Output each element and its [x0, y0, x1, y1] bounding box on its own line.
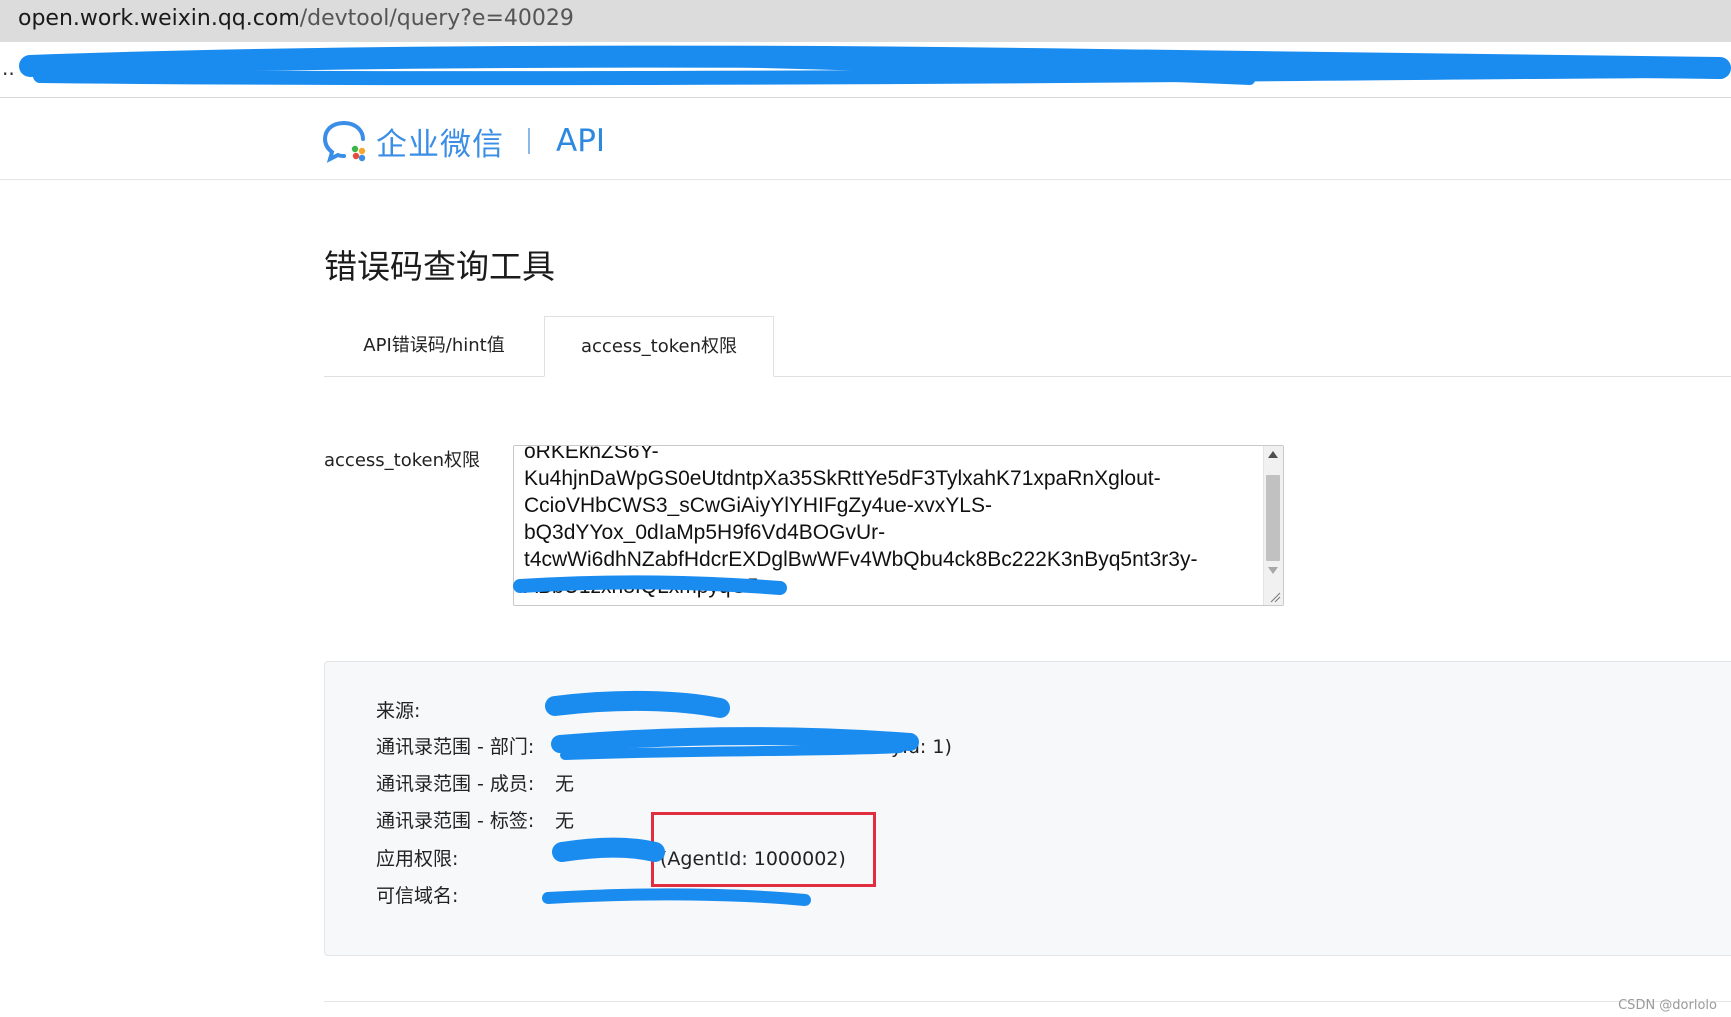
url-path: /devtool/query?e=40029 — [299, 6, 574, 31]
wecom-logo-icon — [322, 121, 366, 163]
token-line: Ku4hjnDaWpGS0eUtdntpXa35SkRttYe5dF3Tylxa… — [524, 467, 1161, 490]
result-row-tags: 通讯录范围 - 标签: 无 — [376, 808, 574, 834]
scroll-down-arrow-icon[interactable] — [1268, 567, 1278, 574]
token-textarea[interactable]: oRKEknZS6Y- Ku4hjnDaWpGS0eUtdntpXa35SkRtt… — [513, 445, 1284, 606]
watermark: CSDN @dorlolo — [1618, 998, 1717, 1013]
result-value: 无 — [555, 810, 575, 832]
tab-api-error-code[interactable]: API错误码/hint值 — [324, 316, 544, 377]
tab-bar: API错误码/hint值 access_token权限 — [324, 316, 1731, 377]
result-row-app-permission: 应用权限: (AgentId: 1000002) — [376, 846, 846, 872]
token-line: ABbU1zxn8IQLxmpyqG5w — [524, 575, 774, 598]
result-key: 通讯录范围 - 标签: — [376, 810, 535, 832]
result-row-source: 来源: — [376, 698, 420, 724]
token-line: oRKEknZS6Y- — [524, 445, 659, 463]
url-host: open.work.weixin.qq.com — [18, 6, 300, 31]
url-text[interactable]: open.work.weixin.qq.com/devtool/query?e=… — [18, 4, 574, 34]
result-key: 来源: — [376, 700, 421, 722]
divider — [324, 1001, 1731, 1002]
result-value: 无 — [555, 773, 575, 795]
agent-id-highlight-box — [651, 812, 876, 887]
logo-text: 企业微信 — [376, 126, 504, 163]
tab-access-token[interactable]: access_token权限 — [544, 316, 774, 377]
result-key: 可信域名: — [376, 885, 459, 907]
scroll-up-arrow-icon[interactable] — [1268, 451, 1278, 458]
token-field-label: access_token权限 — [324, 450, 480, 471]
bookmarks-bar[interactable]: .. — [0, 42, 1731, 98]
token-line: bQ3dYYox_0dIaMp5H9f6Vd4BOGvUr- — [524, 521, 886, 544]
result-panel: 来源: 通讯录范围 - 部门: yId: 1) 通讯录范围 - 成员: 无 通讯录范… — [324, 661, 1731, 956]
logo[interactable]: 企业微信 API — [322, 116, 605, 166]
site-header: 企业微信 API — [0, 98, 1731, 180]
result-key: 通讯录范围 - 成员: — [376, 773, 535, 795]
page-title: 错误码查询工具 — [324, 247, 555, 286]
bookmarks-overflow[interactable]: .. — [2, 56, 15, 80]
token-text: oRKEknZS6Y- Ku4hjnDaWpGS0eUtdntpXa35SkRtt… — [524, 445, 1254, 600]
result-value: yId: 1) — [891, 736, 952, 758]
result-row-department: 通讯录范围 - 部门: yId: 1) — [376, 734, 952, 760]
result-row-trusted-domain: 可信域名: — [376, 883, 458, 909]
result-key: 通讯录范围 - 部门: — [376, 736, 535, 758]
logo-divider — [528, 128, 530, 154]
scroll-thumb[interactable] — [1266, 475, 1280, 561]
resize-grip-icon[interactable] — [1269, 591, 1281, 603]
browser-address-bar[interactable]: open.work.weixin.qq.com/devtool/query?e=… — [0, 0, 1731, 42]
token-line: t4cwWi6dhNZabfHdcrEXDglBwWFv4WbQbu4ck8Bc… — [524, 548, 1198, 571]
logo-api: API — [556, 123, 606, 159]
result-key: 应用权限: — [376, 848, 459, 870]
textarea-scrollbar[interactable] — [1263, 446, 1283, 605]
result-row-members: 通讯录范围 - 成员: 无 — [376, 771, 574, 797]
token-line: CcioVHbCWS3_sCwGiAiyYlYHIFgZy4ue-xvxYLS- — [524, 494, 992, 517]
